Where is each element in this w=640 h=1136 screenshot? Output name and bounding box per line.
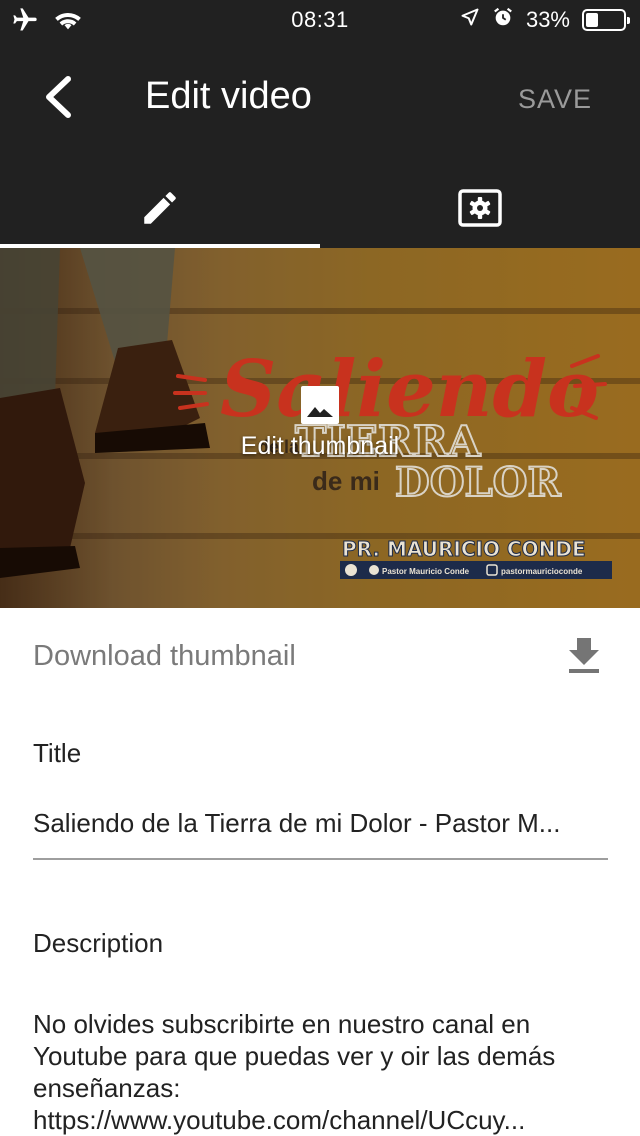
video-thumbnail[interactable]: Saliendo de la TIERRA de mi DOLOR PR. MA…: [0, 248, 640, 608]
title-field[interactable]: Saliendo de la Tierra de mi Dolor - Past…: [33, 808, 608, 860]
image-icon: [301, 386, 339, 424]
status-right: 33%: [460, 6, 630, 33]
edit-thumbnail-button[interactable]: Edit thumbnail: [0, 386, 640, 461]
battery-icon: [582, 8, 630, 31]
edit-thumbnail-label: Edit thumbnail: [240, 432, 400, 460]
tab-bar: [0, 168, 640, 248]
thumbnail-art-demi: de mi: [312, 466, 380, 496]
app-bar: Edit video SAVE: [0, 40, 640, 248]
download-icon: [568, 638, 600, 679]
thumbnail-art-facebook: Pastor Mauricio Conde: [382, 567, 470, 576]
status-bar: 08:31 33%: [0, 0, 640, 40]
thumbnail-art-speaker: PR. MAURICIO CONDE: [342, 537, 586, 561]
gear-icon: [458, 189, 502, 227]
alarm-icon: [492, 6, 514, 33]
description-label: Description: [33, 928, 164, 958]
tab-settings[interactable]: [320, 168, 640, 248]
download-thumbnail-row[interactable]: Download thumbnail: [0, 608, 640, 706]
download-thumbnail-label: Download thumbnail: [33, 640, 296, 672]
tab-edit-details[interactable]: [0, 168, 320, 248]
description-field[interactable]: No olvides subscribirte en nuestro canal…: [33, 1008, 613, 1136]
thumbnail-art-instagram: pastormauricioconde: [501, 567, 583, 576]
chevron-left-icon: [46, 76, 71, 118]
battery-percent: 33%: [525, 6, 570, 32]
page-title: Edit video: [145, 75, 312, 117]
title-label: Title: [33, 738, 82, 768]
battery-fill: [586, 12, 598, 27]
pencil-icon: [144, 192, 176, 224]
back-button[interactable]: [30, 66, 86, 128]
location-arrow-icon: [460, 7, 480, 32]
thumbnail-art-dolor: DOLOR: [395, 459, 562, 506]
save-button[interactable]: SAVE: [518, 84, 592, 115]
